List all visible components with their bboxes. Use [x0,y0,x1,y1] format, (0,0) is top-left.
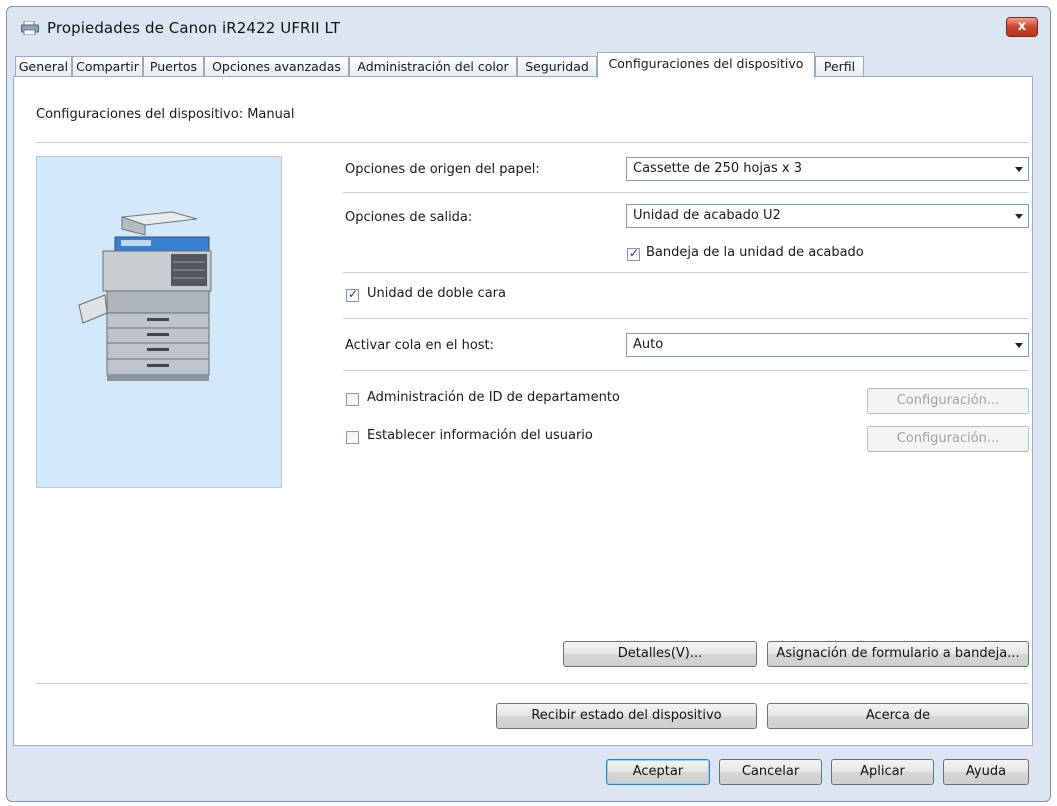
user-info-label[interactable]: Establecer información del usuario [367,428,593,443]
host-spool-value: Auto [633,337,664,352]
tab-color-management[interactable]: Administración del color [349,56,517,77]
dept-id-checkbox[interactable] [346,393,359,406]
window-title: Propiedades de Canon iR2422 UFRII LT [47,19,341,37]
paper-source-value: Cassette de 250 hojas x 3 [633,161,803,176]
paper-source-label: Opciones de origen del papel: [345,162,540,177]
tab-profile[interactable]: Perfil [815,56,864,77]
form-to-tray-button[interactable]: Asignación de formulario a bandeja... [767,641,1029,667]
apply-button[interactable]: Aplicar [831,759,934,785]
paper-source-select[interactable]: Cassette de 250 hojas x 3 [626,157,1029,181]
divider-4 [343,370,1029,371]
close-button[interactable]: x [1006,17,1038,37]
title-bar[interactable]: Propiedades de Canon iR2422 UFRII LT x [7,7,1050,47]
header-divider [36,142,1029,143]
copier-illustration [78,211,212,381]
details-button[interactable]: Detalles(V)... [563,641,757,667]
tab-ports[interactable]: Puertos [143,56,204,77]
host-spool-select[interactable]: Auto [626,333,1029,357]
output-select[interactable]: Unidad de acabado U2 [626,204,1029,228]
tab-sharing[interactable]: Compartir [72,56,143,77]
divider-1 [343,192,1029,193]
help-button[interactable]: Ayuda [943,759,1029,785]
device-settings-header: Configuraciones del dispositivo: Manual [36,107,295,122]
ok-button[interactable]: Aceptar [606,759,710,785]
finisher-tray-label[interactable]: Bandeja de la unidad de acabado [646,245,864,260]
printer-icon [21,21,39,35]
user-info-config-button[interactable]: Configuración... [867,426,1029,452]
dept-id-label[interactable]: Administración de ID de departamento [367,390,620,405]
output-label: Opciones de salida: [345,210,473,225]
cancel-button[interactable]: Cancelar [719,759,822,785]
output-value: Unidad de acabado U2 [633,208,781,223]
chevron-down-icon[interactable] [1015,214,1023,219]
tab-advanced[interactable]: Opciones avanzadas [204,56,349,77]
dept-id-config-button[interactable]: Configuración... [867,388,1029,414]
divider-3 [343,318,1029,319]
tab-general[interactable]: General [15,56,72,77]
host-spool-label: Activar cola en el host: [345,338,495,353]
chevron-down-icon[interactable] [1015,343,1023,348]
chevron-down-icon[interactable] [1015,167,1023,172]
device-image-panel [36,156,282,488]
finisher-tray-checkbox[interactable] [627,246,640,261]
about-button[interactable]: Acerca de [767,703,1029,729]
divider-2 [343,272,1029,273]
bottom-divider [36,683,1029,684]
duplex-unit-label[interactable]: Unidad de doble cara [367,286,506,301]
get-device-status-button[interactable]: Recibir estado del dispositivo [496,703,757,729]
duplex-unit-checkbox[interactable] [346,287,359,302]
tab-device-settings[interactable]: Configuraciones del dispositivo [597,52,815,78]
user-info-checkbox[interactable] [346,431,359,444]
tab-security[interactable]: Seguridad [517,56,597,77]
